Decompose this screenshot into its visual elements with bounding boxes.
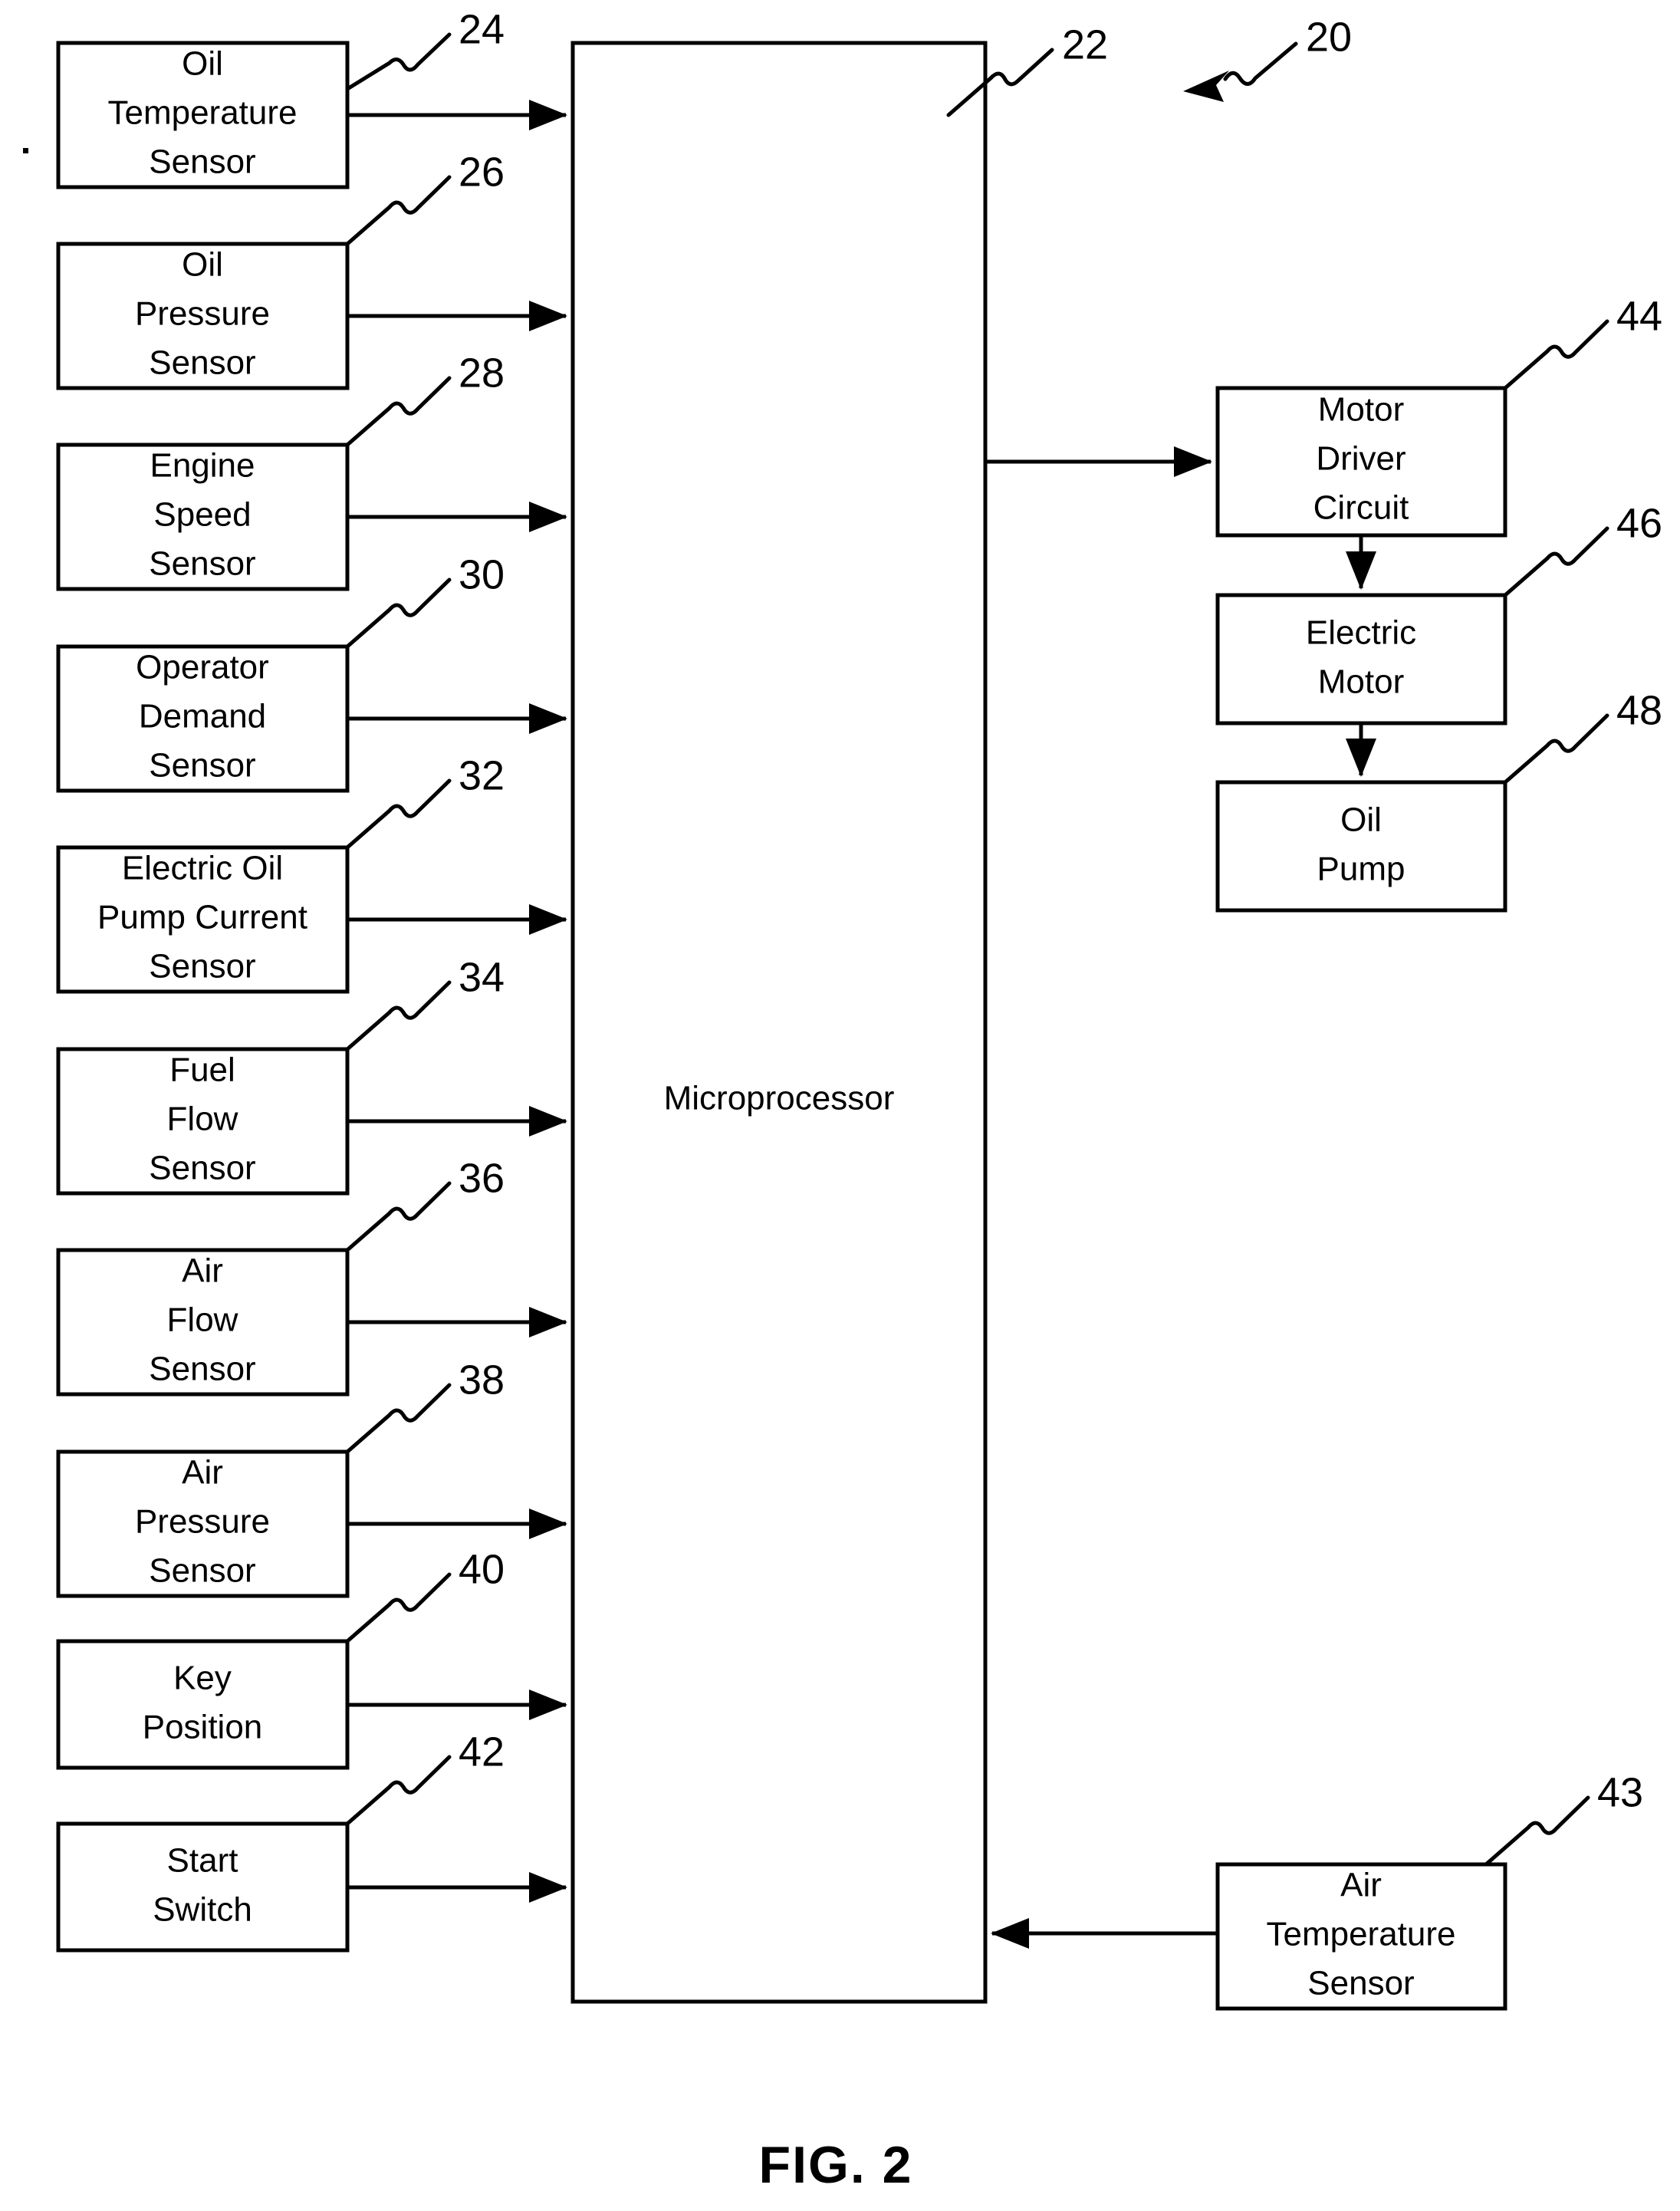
ref-number-42: 42 <box>459 1729 505 1775</box>
ref-lead-46: 46 <box>1503 500 1662 597</box>
ref-lead-26: 26 <box>345 149 505 246</box>
input-label-3-line-2: Sensor <box>149 747 255 785</box>
microprocessor-block[interactable]: Microprocessor <box>570 41 988 2004</box>
system-ref-20: 20 <box>1183 14 1352 102</box>
ref-number-34: 34 <box>459 954 505 1000</box>
output-block-electric-motor[interactable]: Electric Motor <box>1215 593 1507 725</box>
scan-speck <box>23 148 28 153</box>
patent-figure-canvas: Microprocessor 22 20 Oil Temperature Sen… <box>0 0 1680 2211</box>
ref-number-26: 26 <box>459 149 505 195</box>
figure-caption: FIG. 2 <box>759 2136 913 2194</box>
output-label-1-line-0: Electric <box>1306 614 1416 652</box>
output-label-1-line-1: Motor <box>1318 663 1404 701</box>
input-block-oil-pressure-sensor[interactable]: Oil Pressure Sensor <box>56 242 350 390</box>
output-label-0-line-1: Driver <box>1316 440 1405 478</box>
output-block-motor-driver-circuit[interactable]: Motor Driver Circuit <box>1215 386 1507 538</box>
input-label-5-line-1: Flow <box>167 1101 238 1138</box>
input-label-8-line-0: Key <box>173 1660 232 1697</box>
input-label-9-line-0: Start <box>167 1842 238 1880</box>
input-label-6-line-2: Sensor <box>149 1351 255 1388</box>
ref-lead-42: 42 <box>345 1729 505 1826</box>
ref-number-40: 40 <box>459 1546 505 1592</box>
microprocessor-box[interactable] <box>570 41 988 2004</box>
input-label-2-line-1: Speed <box>153 496 251 534</box>
ref-number-32: 32 <box>459 752 505 798</box>
ref-number-30: 30 <box>459 551 505 597</box>
ref-lead-32: 32 <box>345 752 505 850</box>
input-label-8-line-1: Position <box>143 1709 263 1746</box>
right-input-label-line-2: Sensor <box>1307 1965 1414 2002</box>
ref-number-24: 24 <box>459 6 505 52</box>
ref-lead-43: 43 <box>1484 1769 1643 1867</box>
output-block-oil-pump[interactable]: Oil Pump <box>1215 780 1507 913</box>
input-label-1-line-0: Oil <box>182 246 223 284</box>
input-label-4-line-2: Sensor <box>149 948 255 985</box>
input-label-5-line-2: Sensor <box>149 1150 255 1187</box>
input-block-air-flow-sensor[interactable]: Air Flow Sensor <box>56 1248 350 1397</box>
right-input-label-line-1: Temperature <box>1266 1916 1455 1953</box>
input-block-electric-oil-pump-current-sensor[interactable]: Electric Oil Pump Current Sensor <box>56 845 350 994</box>
input-block-key-position[interactable]: Key Position <box>56 1639 350 1770</box>
ref-lead-28: 28 <box>345 350 505 447</box>
input-block-start-switch[interactable]: Start Switch <box>56 1821 350 1953</box>
input-label-4-line-0: Electric Oil <box>122 850 283 887</box>
ref-lead-48: 48 <box>1503 687 1662 785</box>
output-label-2-line-1: Pump <box>1317 851 1405 888</box>
ref-lead-36: 36 <box>345 1155 505 1252</box>
input-label-7-line-2: Sensor <box>149 1552 255 1590</box>
ref-number-44: 44 <box>1616 293 1662 339</box>
input-label-6-line-0: Air <box>182 1252 223 1290</box>
input-label-2-line-2: Sensor <box>149 545 255 583</box>
input-label-1-line-1: Pressure <box>135 295 270 333</box>
block-diagram-svg: Microprocessor 22 20 Oil Temperature Sen… <box>23 6 1662 2194</box>
input-label-7-line-1: Pressure <box>135 1503 270 1541</box>
ref-number-20: 20 <box>1306 14 1352 60</box>
input-label-2-line-0: Engine <box>150 447 255 485</box>
input-label-1-line-2: Sensor <box>149 344 255 382</box>
ref-number-46: 46 <box>1616 500 1662 546</box>
input-label-5-line-0: Fuel <box>169 1051 235 1089</box>
ref-lead-34: 34 <box>345 954 505 1051</box>
output-label-2-line-0: Oil <box>1340 801 1382 839</box>
input-label-0-line-0: Oil <box>182 45 223 83</box>
input-label-6-line-1: Flow <box>167 1301 238 1339</box>
input-label-0-line-1: Temperature <box>107 94 297 132</box>
ref-lead-44: 44 <box>1503 293 1662 390</box>
ref-number-48: 48 <box>1616 687 1662 733</box>
ref-lead-38: 38 <box>345 1357 505 1454</box>
microprocessor-label: Microprocessor <box>664 1080 895 1117</box>
input-block-engine-speed-sensor[interactable]: Engine Speed Sensor <box>56 443 350 591</box>
ref-lead-30: 30 <box>345 551 505 649</box>
ref-number-38: 38 <box>459 1357 505 1403</box>
ref-lead-24: 24 <box>345 6 505 91</box>
input-label-4-line-1: Pump Current <box>97 899 307 936</box>
output-label-0-line-0: Motor <box>1318 391 1404 429</box>
ref-number-22: 22 <box>1062 21 1108 67</box>
input-block-fuel-flow-sensor[interactable]: Fuel Flow Sensor <box>56 1047 350 1196</box>
input-label-9-line-1: Switch <box>153 1891 252 1929</box>
ref-lead-40: 40 <box>345 1546 505 1643</box>
input-block-air-pressure-sensor[interactable]: Air Pressure Sensor <box>56 1449 350 1598</box>
input-label-0-line-2: Sensor <box>149 143 255 181</box>
system-ref-arrowhead <box>1183 71 1229 102</box>
right-input-label-line-0: Air <box>1340 1867 1382 1904</box>
ref-number-43: 43 <box>1597 1769 1643 1815</box>
input-block-oil-temperature-sensor[interactable]: Oil Temperature Sensor <box>56 41 350 189</box>
input-label-3-line-0: Operator <box>136 649 269 686</box>
ref-number-36: 36 <box>459 1155 505 1201</box>
input-label-3-line-1: Demand <box>139 698 266 735</box>
output-label-0-line-2: Circuit <box>1313 489 1409 527</box>
input-block-operator-demand-sensor[interactable]: Operator Demand Sensor <box>56 644 350 793</box>
input-block-air-temperature-sensor[interactable]: Air Temperature Sensor <box>1215 1862 1507 2011</box>
input-label-7-line-0: Air <box>182 1454 223 1492</box>
ref-number-28: 28 <box>459 350 505 396</box>
